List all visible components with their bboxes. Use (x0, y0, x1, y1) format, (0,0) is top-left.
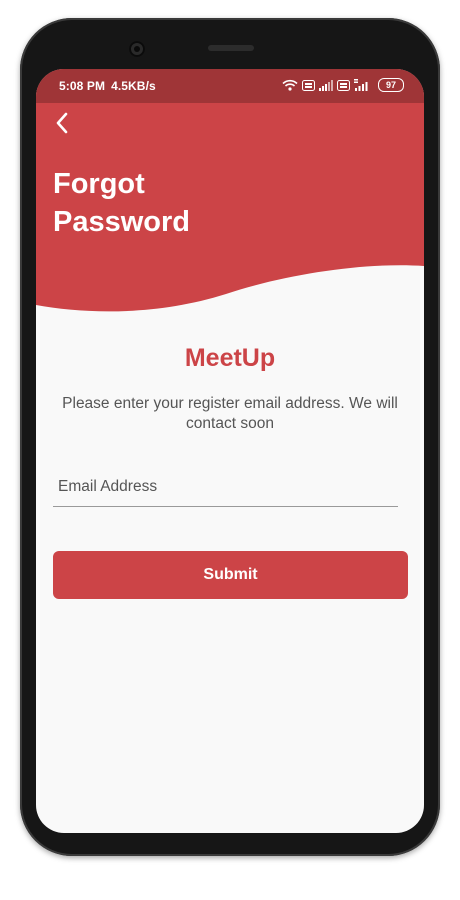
front-camera (129, 41, 145, 57)
status-network-speed: 4.5KB/s (111, 79, 156, 93)
signal-icon (319, 79, 333, 91)
status-clock: 5:08 PM (59, 79, 106, 93)
battery-icon: 97 (378, 78, 404, 92)
app-brand: MeetUp (184, 344, 276, 372)
stage: 5:08 PM 4.5KB/s 97 Forgot Password MeetU… (0, 0, 460, 900)
phone-screen: 5:08 PM 4.5KB/s 97 Forgot Password MeetU… (36, 69, 424, 833)
volte-icon (302, 79, 315, 91)
status-bar: 5:08 PM 4.5KB/s 97 (36, 69, 424, 103)
status-time: 5:08 PM 4.5KB/s (59, 79, 156, 93)
earpiece-speaker (208, 45, 254, 51)
wifi-icon (282, 79, 298, 91)
email-field[interactable] (53, 467, 398, 507)
page-title: Forgot Password (53, 168, 190, 238)
submit-button[interactable]: Submit (53, 551, 408, 599)
chevron-left-icon (56, 112, 68, 134)
4g-signal-icon (354, 79, 368, 91)
volte-icon-2 (337, 79, 350, 91)
back-button[interactable] (46, 107, 78, 139)
instruction-text: Please enter your register email address… (62, 395, 398, 432)
status-icons: 97 (282, 78, 404, 92)
